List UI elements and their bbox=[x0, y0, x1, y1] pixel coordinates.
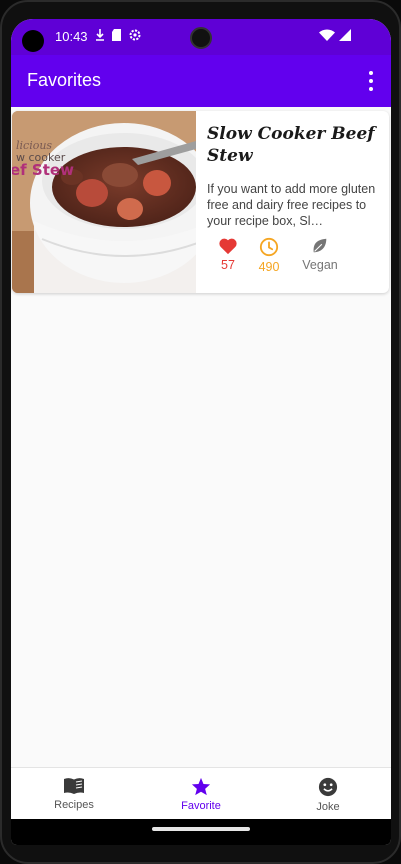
dot bbox=[369, 79, 373, 83]
status-icons-right bbox=[319, 29, 351, 41]
leaf-icon bbox=[313, 238, 327, 253]
bottom-navigation: Recipes Favorite Joke bbox=[11, 767, 391, 819]
nav-label-recipes: Recipes bbox=[54, 799, 94, 811]
menu-book-icon bbox=[64, 778, 84, 794]
camera-cutout bbox=[22, 30, 44, 52]
vegan-label: Vegan bbox=[302, 258, 338, 272]
home-gesture-handle[interactable] bbox=[152, 827, 250, 831]
star-icon bbox=[191, 777, 211, 796]
nav-label-joke: Joke bbox=[316, 801, 340, 813]
sd-card-icon bbox=[112, 29, 121, 41]
page-title: Favorites bbox=[27, 70, 102, 90]
nav-label-favorite: Favorite bbox=[181, 800, 221, 812]
heart-icon bbox=[219, 238, 237, 255]
download-icon bbox=[96, 29, 104, 41]
phone-frame: 10:43 Favorites licious w cooker ef Stew… bbox=[0, 0, 401, 864]
nav-item-joke[interactable]: Joke bbox=[265, 768, 391, 820]
clock-icon bbox=[259, 237, 279, 257]
status-icons-left bbox=[95, 28, 142, 42]
dot bbox=[369, 71, 373, 75]
recipe-title: Slow Cooker Beef Stew bbox=[207, 124, 375, 166]
likes-stat: 57 bbox=[208, 237, 248, 272]
recipe-description: If you want to add more gluten free and … bbox=[207, 182, 376, 228]
time-stat: 490 bbox=[249, 237, 289, 274]
settings-icon bbox=[129, 29, 141, 41]
recipe-stats: 57 490 Vegan bbox=[207, 237, 387, 277]
gesture-bar bbox=[11, 819, 391, 845]
more-vert-icon[interactable] bbox=[363, 69, 379, 93]
nav-item-recipes[interactable]: Recipes bbox=[11, 768, 137, 820]
status-time: 10:43 bbox=[55, 29, 88, 44]
nav-item-favorite[interactable]: Favorite bbox=[138, 768, 264, 820]
app-bar: Favorites bbox=[11, 55, 391, 107]
image-overlay-text-3: ef Stew bbox=[12, 161, 74, 179]
likes-count: 57 bbox=[221, 258, 235, 272]
vegan-stat: Vegan bbox=[292, 237, 348, 272]
wifi-icon bbox=[319, 29, 335, 41]
smiley-icon bbox=[318, 777, 338, 797]
dot bbox=[369, 87, 373, 91]
screen: 10:43 Favorites licious w cooker ef Stew… bbox=[11, 19, 391, 845]
favorite-recipe-card[interactable]: licious w cooker ef Stew Slow Cooker Bee… bbox=[12, 111, 389, 293]
front-camera bbox=[190, 27, 212, 49]
minutes-count: 490 bbox=[258, 260, 280, 274]
recipe-image: licious w cooker ef Stew bbox=[12, 111, 196, 293]
status-bar: 10:43 bbox=[11, 19, 391, 55]
cell-signal-icon bbox=[339, 29, 351, 41]
